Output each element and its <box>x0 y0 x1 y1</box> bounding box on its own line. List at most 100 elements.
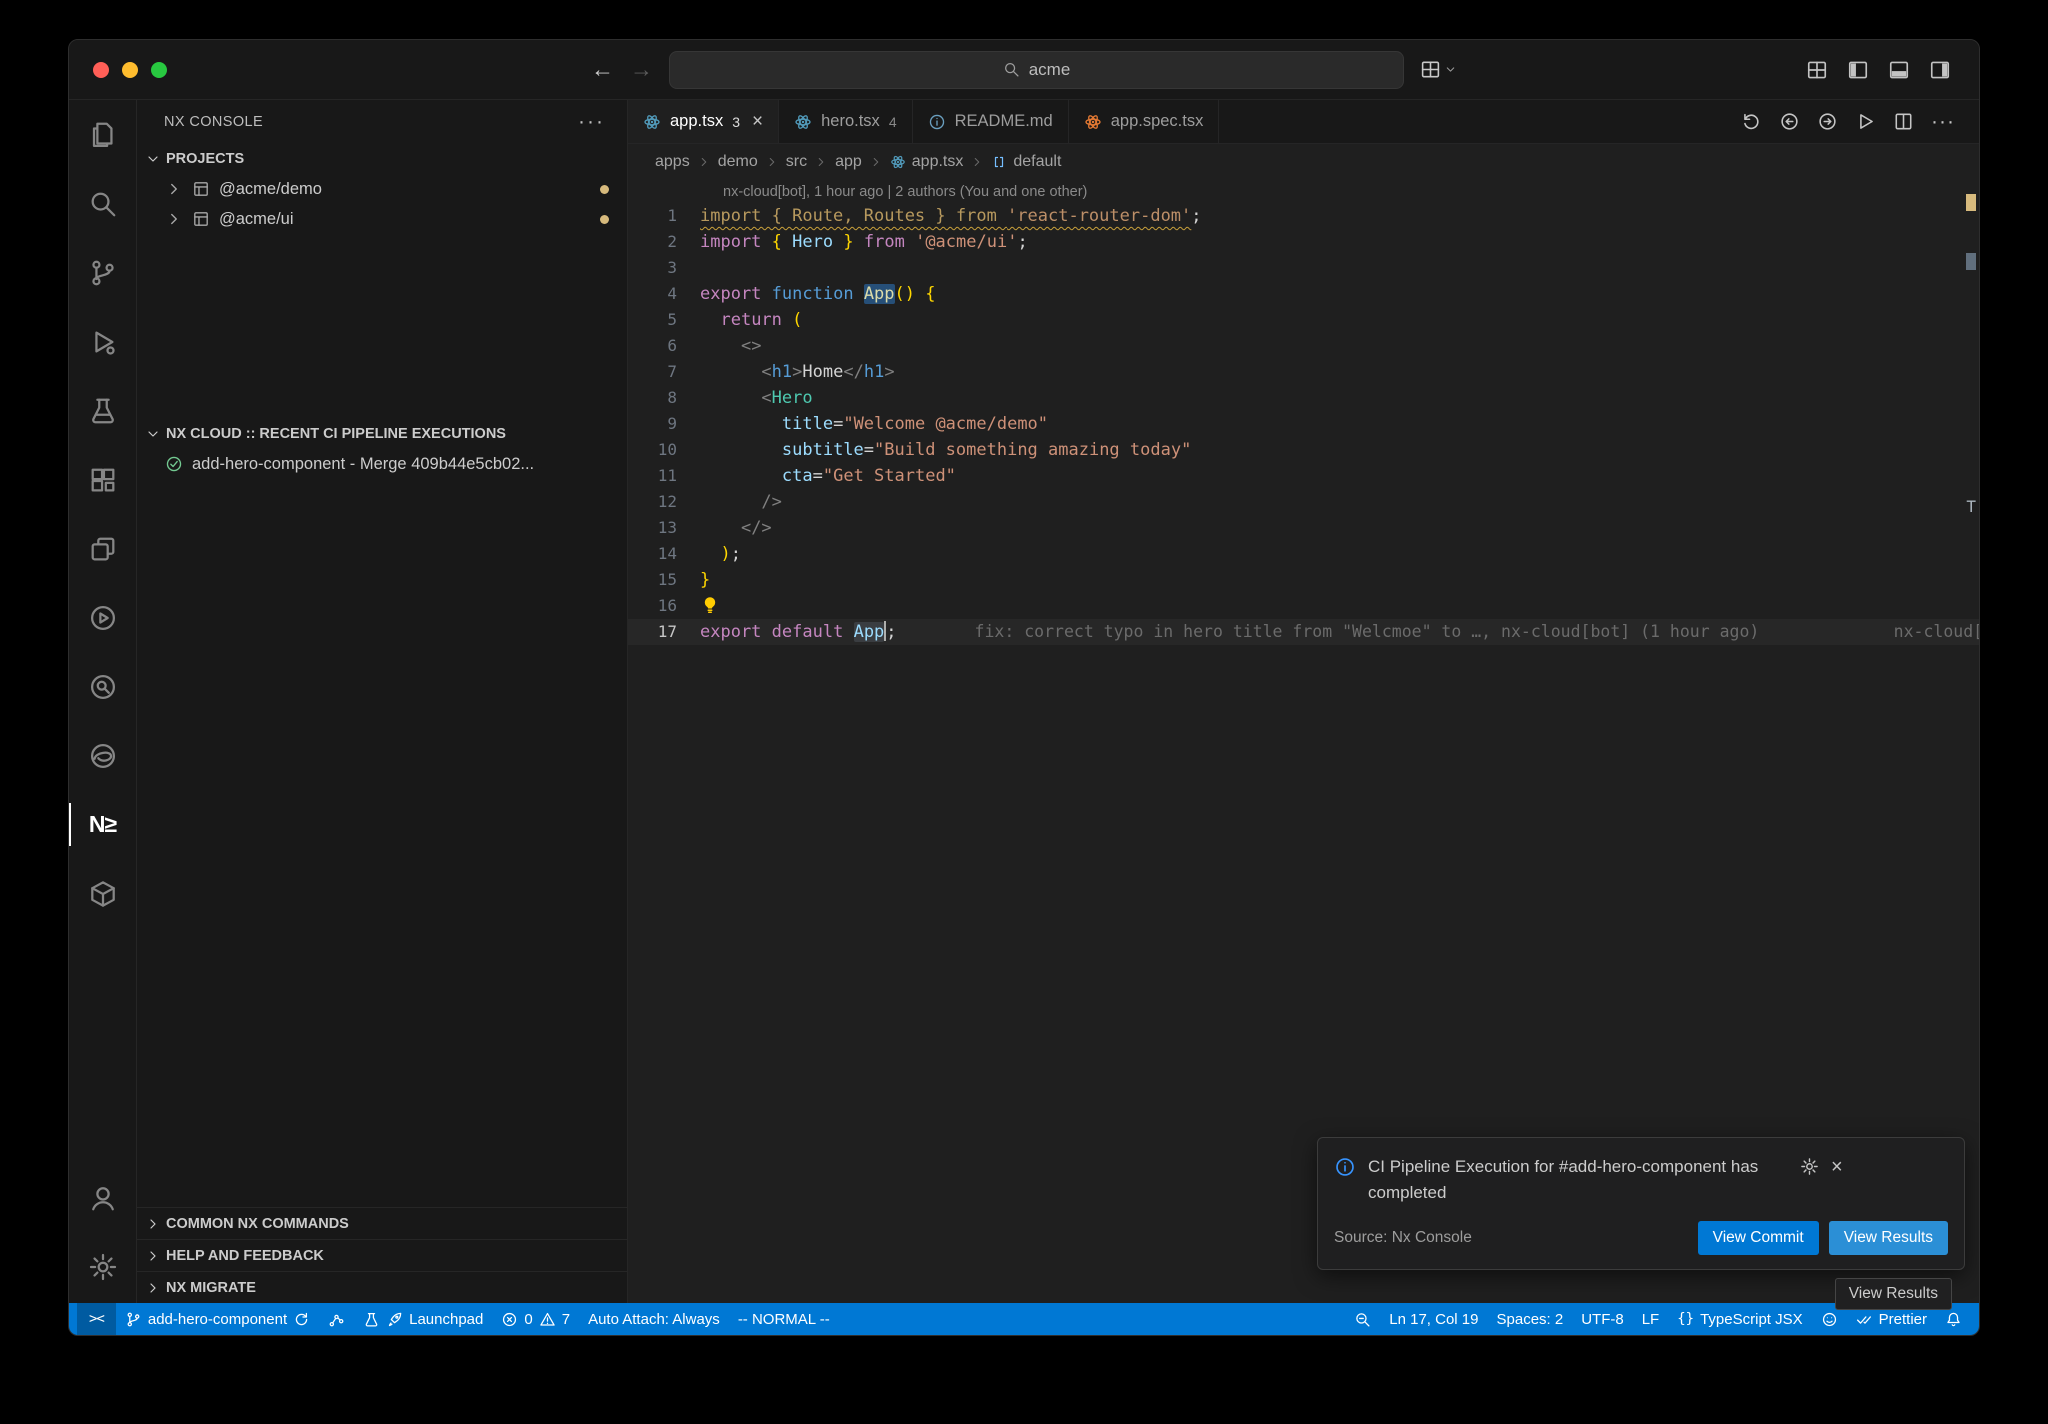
rocket-icon <box>386 1311 403 1328</box>
history-back-button[interactable]: ← <box>591 56 614 83</box>
project-item[interactable]: @acme/demo <box>137 174 627 204</box>
section-help-and-feedback[interactable]: HELP AND FEEDBACK <box>137 1239 627 1271</box>
view-commit-button[interactable]: View Commit <box>1698 1221 1819 1255</box>
code-line-7[interactable]: 7 <h1>Home</h1> <box>628 359 1979 385</box>
activity-edge-devtools[interactable] <box>69 721 136 790</box>
run-file-icon[interactable] <box>1855 111 1876 132</box>
tab-app.spec.tsx[interactable]: app.spec.tsx <box>1069 100 1220 143</box>
profile-menu-button[interactable] <box>1420 59 1457 80</box>
zoom-window-button[interactable] <box>151 62 167 78</box>
code-line-6[interactable]: 6 <> <box>628 333 1979 359</box>
activity-source-control[interactable] <box>69 238 136 307</box>
close-window-button[interactable] <box>93 62 109 78</box>
activity-run-debug[interactable] <box>69 307 136 376</box>
breadcrumb-app.tsx[interactable]: app.tsx <box>890 153 964 171</box>
breadcrumb-apps[interactable]: apps <box>655 153 690 171</box>
tab-label: hero.tsx <box>821 112 880 131</box>
sidebar-header: NX CONSOLE ··· <box>137 100 627 144</box>
code-line-1[interactable]: 1import { Route, Routes } from 'react-ro… <box>628 203 1979 229</box>
code-line-8[interactable]: 8 <Hero <box>628 385 1979 411</box>
profile-icon <box>1420 59 1441 80</box>
pipeline-execution-item[interactable]: add-hero-component - Merge 409b44e5cb02.… <box>137 449 627 479</box>
go-forward-circle-icon[interactable] <box>1817 111 1838 132</box>
code-line-3[interactable]: 3 <box>628 255 1979 281</box>
command-center-search[interactable]: acme <box>669 51 1404 89</box>
traffic-lights <box>69 62 167 78</box>
breadcrumb-demo[interactable]: demo <box>718 153 758 171</box>
go-back-circle-icon[interactable] <box>1779 111 1800 132</box>
code-line-11[interactable]: 11 cta="Get Started" <box>628 463 1979 489</box>
status-eol[interactable]: LF <box>1633 1303 1669 1335</box>
extensions-icon <box>88 465 118 495</box>
code-line-9[interactable]: 9 title="Welcome @acme/demo" <box>628 411 1979 437</box>
status-language-mode[interactable]: {}TypeScript JSX <box>1668 1303 1811 1335</box>
status-encoding[interactable]: UTF-8 <box>1572 1303 1633 1335</box>
view-results-button[interactable]: View Results <box>1829 1221 1948 1255</box>
code-line-4[interactable]: 4export function App() { <box>628 281 1979 307</box>
code-line-10[interactable]: 10 subtitle="Build something amazing tod… <box>628 437 1979 463</box>
status-remote-indicator[interactable]: >< <box>77 1303 116 1335</box>
code-line-2[interactable]: 2import { Hero } from '@acme/ui'; <box>628 229 1979 255</box>
split-editor-icon[interactable] <box>1893 111 1914 132</box>
code-line-5[interactable]: 5 return ( <box>628 307 1979 333</box>
codelens[interactable]: nx-cloud[bot], 1 hour ago | 2 authors (Y… <box>723 181 1979 203</box>
project-item[interactable]: @acme/ui <box>137 204 627 234</box>
section-common-nx-commands[interactable]: COMMON NX COMMANDS <box>137 1207 627 1239</box>
activity-package[interactable] <box>69 859 136 928</box>
more-actions-icon[interactable]: ··· <box>1931 110 1955 134</box>
status-launchpad[interactable]: Launchpad <box>354 1303 492 1335</box>
status-gitlens-graph[interactable] <box>319 1303 354 1335</box>
breadcrumb-app[interactable]: app <box>835 153 862 171</box>
close-tab-icon[interactable]: × <box>752 111 763 133</box>
chevron-right-icon <box>145 1248 161 1264</box>
status-cursor-position[interactable]: Ln 17, Col 19 <box>1380 1303 1487 1335</box>
code-line-17[interactable]: 17nx-cloud[bexport default App;fix: corr… <box>628 619 1979 645</box>
activity-extensions[interactable] <box>69 445 136 514</box>
status-git-branch[interactable]: add-hero-component <box>116 1303 319 1335</box>
code-line-13[interactable]: 13 </> <box>628 515 1979 541</box>
activity-play-circle[interactable] <box>69 583 136 652</box>
code-line-14[interactable]: 14 ); <box>628 541 1979 567</box>
breadcrumb-src[interactable]: src <box>786 153 807 171</box>
notification-settings-icon[interactable] <box>1800 1157 1819 1176</box>
section-projects-label: PROJECTS <box>166 151 244 167</box>
toggle-panel-left-icon[interactable] <box>1847 59 1869 81</box>
activity-nx-console[interactable]: N≥ <box>69 790 136 859</box>
section-nx-cloud[interactable]: NX CLOUD :: RECENT CI PIPELINE EXECUTION… <box>137 419 627 449</box>
section-projects[interactable]: PROJECTS <box>137 144 627 174</box>
status-auto-attach[interactable]: Auto Attach: Always <box>579 1303 729 1335</box>
code-editor[interactable]: nx-cloud[bot], 1 hour ago | 2 authors (Y… <box>628 179 1979 1303</box>
search-value: acme <box>1029 60 1071 80</box>
chevron-right-icon <box>697 155 711 169</box>
minimize-window-button[interactable] <box>122 62 138 78</box>
code-line-12[interactable]: 12 /> <box>628 489 1979 515</box>
activity-account[interactable] <box>69 1163 136 1232</box>
activity-testing[interactable] <box>69 376 136 445</box>
activity-editor-copies[interactable] <box>69 514 136 583</box>
activity-search[interactable] <box>69 169 136 238</box>
customize-layout-icon[interactable] <box>1806 59 1828 81</box>
activity-explorer[interactable] <box>69 100 136 169</box>
activity-settings[interactable] <box>69 1232 136 1301</box>
open-changes-icon[interactable] <box>1741 111 1762 132</box>
section-nx-migrate[interactable]: NX MIGRATE <box>137 1271 627 1303</box>
history-forward-button[interactable]: → <box>630 56 653 83</box>
status-problems[interactable]: 07 <box>492 1303 579 1335</box>
status-zoom[interactable] <box>1345 1303 1380 1335</box>
notification-close-icon[interactable]: × <box>1831 1157 1843 1205</box>
activity-search-circle[interactable] <box>69 652 136 721</box>
status-bar: ><add-hero-component Launchpad07Auto Atta… <box>69 1303 1979 1335</box>
tab-README.md[interactable]: README.md <box>913 100 1069 143</box>
play-circle-icon <box>88 603 118 633</box>
tab-hero.tsx[interactable]: hero.tsx4 <box>779 100 913 143</box>
status-indentation[interactable]: Spaces: 2 <box>1488 1303 1573 1335</box>
breadcrumb-default[interactable]: default <box>991 153 1061 171</box>
settings-icon <box>88 1252 118 1282</box>
more-actions-icon[interactable]: ··· <box>578 110 605 134</box>
code-line-15[interactable]: 15} <box>628 567 1979 593</box>
status-vim-mode[interactable]: -- NORMAL -- <box>729 1303 839 1335</box>
toggle-panel-bottom-icon[interactable] <box>1888 59 1910 81</box>
toggle-panel-right-icon[interactable] <box>1929 59 1951 81</box>
code-line-16[interactable]: 16 <box>628 593 1979 619</box>
tab-app.tsx[interactable]: app.tsx3× <box>628 100 779 143</box>
